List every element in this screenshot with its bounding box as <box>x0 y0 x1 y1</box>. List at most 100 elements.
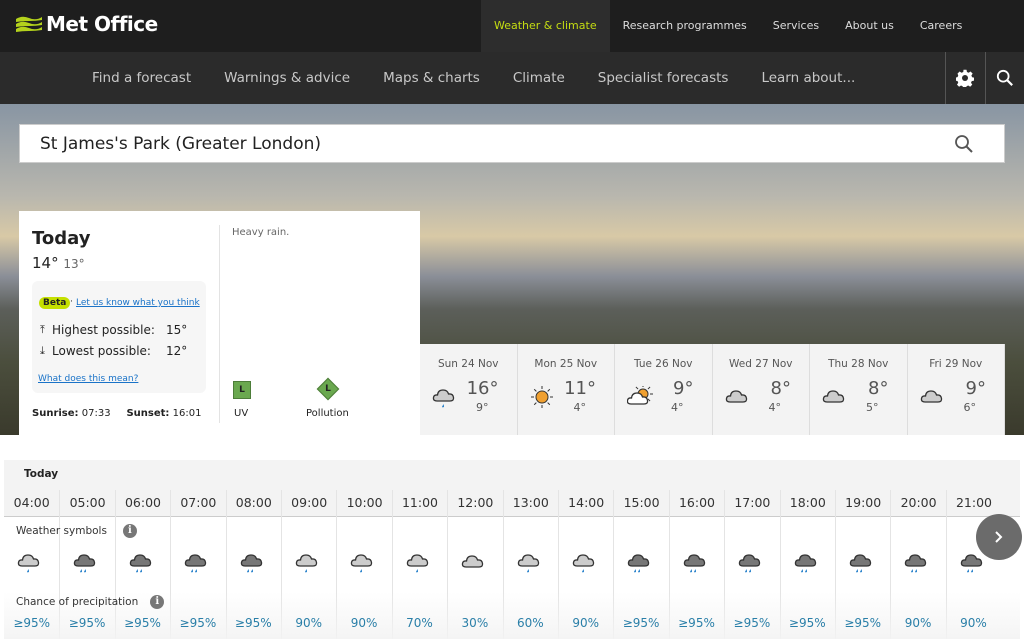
cloudy-icon <box>920 386 946 414</box>
precip-cell: ≥95% <box>4 490 59 639</box>
beta-range-box: Beta · Let us know what you think ⤒ Highe… <box>32 281 206 393</box>
precip-cell: 90% <box>336 490 391 639</box>
settings-button[interactable] <box>945 52 984 104</box>
hourly-day-label: Today <box>24 468 59 480</box>
precip-cell: 70% <box>392 490 447 639</box>
feedback-link[interactable]: Let us know what you think <box>76 298 200 308</box>
location-search-input[interactable]: St James's Park (Greater London) <box>19 124 1005 163</box>
day-name: Tue 26 Nov <box>634 358 693 370</box>
day-high: 8° <box>770 378 791 399</box>
precip-cell: ≥95% <box>669 490 724 639</box>
pollution-level-badge[interactable]: L <box>320 381 336 397</box>
precip-value: 90% <box>904 616 932 630</box>
cloudy-icon <box>725 386 751 414</box>
day-high: 9° <box>673 378 694 399</box>
day-name: Thu 28 Nov <box>828 358 889 370</box>
precip-cell: 90% <box>890 490 945 639</box>
nav-find-forecast[interactable]: Find a forecast <box>78 52 210 104</box>
precip-cell: ≥95% <box>115 490 170 639</box>
beta-badge: Beta <box>39 297 71 309</box>
day-name: Wed 27 Nov <box>729 358 793 370</box>
day-high: 9° <box>965 378 986 399</box>
day-tab[interactable]: Thu 28 Nov 8° 5° <box>810 344 908 435</box>
search-icon <box>996 69 1013 86</box>
what-does-this-mean-link[interactable]: What does this mean? <box>38 374 138 384</box>
day-tab[interactable]: Tue 26 Nov 9° 4° <box>615 344 713 435</box>
precip-cell: ≥95% <box>226 490 281 639</box>
precip-cell: 60% <box>503 490 558 639</box>
precip-value: ≥95% <box>844 616 882 630</box>
today-title: Today <box>32 228 91 249</box>
nav-maps[interactable]: Maps & charts <box>369 52 499 104</box>
day-tab[interactable]: Wed 27 Nov 8° 4° <box>713 344 810 435</box>
scroll-next-button[interactable] <box>976 514 1022 560</box>
precip-cell: ≥95% <box>835 490 890 639</box>
nav-specialist[interactable]: Specialist forecasts <box>584 52 748 104</box>
precip-value: ≥95% <box>13 616 51 630</box>
precip-value: 90% <box>960 616 987 630</box>
uv-level-badge[interactable]: L <box>233 381 251 399</box>
day-low: 6° <box>963 401 977 414</box>
arrow-up-icon: ⤒ <box>40 323 45 336</box>
top-link-careers[interactable]: Careers <box>907 0 976 52</box>
divider <box>219 225 220 423</box>
today-card: Today 14° 13° Beta · Let us know what yo… <box>19 211 420 435</box>
precip-value: 60% <box>516 616 544 630</box>
top-link-about[interactable]: About us <box>832 0 907 52</box>
precip-cell: ≥95% <box>724 490 779 639</box>
hourly-forecast: Today 04:00 05:00 06:00 07:00 08:00 09:00 10:0… <box>4 460 1020 639</box>
day-tab[interactable]: Mon 25 Nov 11° 4° <box>518 344 615 435</box>
lowest-possible: ⤓ Lowest possible: 12° <box>40 344 188 358</box>
today-temps: 14° 13° <box>32 254 85 272</box>
chevron-right-icon <box>995 531 1003 543</box>
top-bar: Met Office Weather & climate Research pr… <box>0 0 1024 52</box>
precip-cell: ≥95% <box>780 490 835 639</box>
header-search-button[interactable] <box>985 52 1024 104</box>
uv-label: UV <box>234 408 249 419</box>
day-high: 8° <box>868 378 889 399</box>
day-high: 11° <box>564 378 596 399</box>
nav-warnings[interactable]: Warnings & advice <box>210 52 369 104</box>
precip-value: 90% <box>295 616 323 630</box>
top-link-services[interactable]: Services <box>760 0 832 52</box>
day-low: 4° <box>671 401 684 414</box>
day-name: Fri 29 Nov <box>929 358 983 370</box>
logo-icon <box>16 16 42 32</box>
sunny-icon <box>530 386 556 414</box>
top-link-weather-climate[interactable]: Weather & climate <box>481 0 610 52</box>
precip-value: 90% <box>350 616 378 630</box>
precip-value: ≥95% <box>788 616 826 630</box>
gear-icon <box>956 69 974 87</box>
day-low: 9° <box>476 401 489 414</box>
nav-learn[interactable]: Learn about... <box>747 52 874 104</box>
cloudy-icon <box>822 386 848 414</box>
precip-cell: 30% <box>447 490 502 639</box>
day-low: 4° <box>573 401 587 414</box>
sun-times: Sunrise: 07:33 Sunset: 16:01 <box>32 408 202 419</box>
top-link-research[interactable]: Research programmes <box>610 0 760 52</box>
day-tab[interactable]: Sun 24 Nov 16° 9° <box>420 344 518 435</box>
precip-value: 90% <box>572 616 600 630</box>
light-rain-icon <box>432 386 458 414</box>
precip-cell: ≥95% <box>613 490 668 639</box>
day-low: 5° <box>866 401 879 414</box>
met-office-logo[interactable]: Met Office <box>16 12 158 36</box>
nav-climate[interactable]: Climate <box>499 52 584 104</box>
top-nav: Weather & climate Research programmes Se… <box>481 0 975 52</box>
day-tab[interactable]: Fri 29 Nov 9° 6° <box>908 344 1005 435</box>
weather-description: Heavy rain. <box>232 227 290 238</box>
precip-value: 70% <box>406 616 433 630</box>
day-low: 4° <box>768 401 782 414</box>
precip-value: ≥95% <box>678 616 715 630</box>
day-name: Sun 24 Nov <box>437 358 499 370</box>
day-high: 16° <box>466 378 499 399</box>
search-icon[interactable] <box>954 134 974 154</box>
main-nav: Find a forecast Warnings & advice Maps &… <box>0 52 1024 104</box>
precip-value: ≥95% <box>234 616 272 630</box>
sunny-intervals-icon <box>626 384 653 414</box>
precip-cell: ≥95% <box>170 490 225 639</box>
arrow-down-icon: ⤓ <box>40 344 45 357</box>
precip-value: 30% <box>461 616 489 630</box>
precip-value: ≥95% <box>733 616 771 630</box>
precip-cell: ≥95% <box>59 490 114 639</box>
